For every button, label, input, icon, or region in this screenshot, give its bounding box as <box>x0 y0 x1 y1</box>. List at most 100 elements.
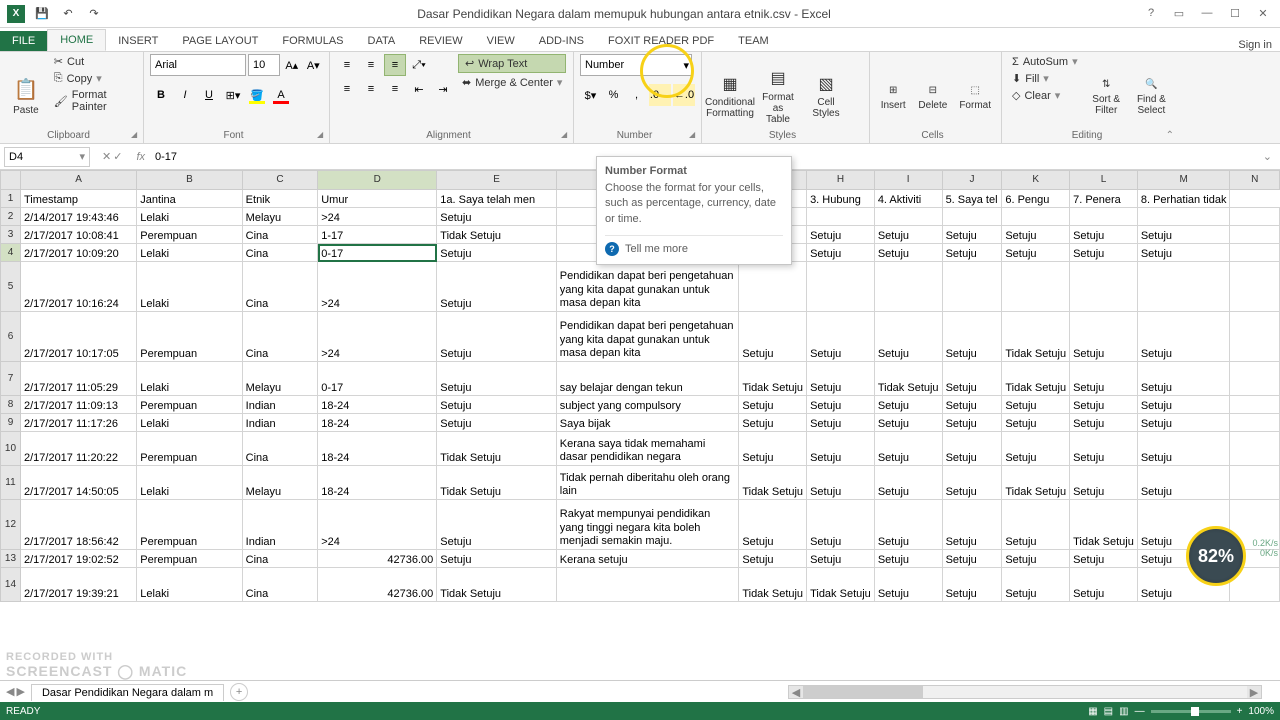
cell[interactable]: 42736.00 <box>318 550 437 568</box>
cell[interactable]: Setuju <box>942 312 1002 362</box>
cell[interactable]: Setuju <box>1137 466 1230 500</box>
cell[interactable]: Cina <box>242 550 318 568</box>
cell[interactable]: Pendidikan dapat beri pengetahuan yang k… <box>556 262 739 312</box>
cell[interactable]: Saya bijak <box>556 414 739 432</box>
cell[interactable]: Setuju <box>1002 500 1070 550</box>
cell[interactable]: Setuju <box>437 414 556 432</box>
align-top-icon[interactable]: ≡ <box>336 54 358 76</box>
fill-color-button[interactable]: 🪣 <box>246 84 268 106</box>
align-center-icon[interactable]: ≡ <box>360 78 382 100</box>
redo-icon[interactable]: ↷ <box>82 3 106 25</box>
tab-view[interactable]: VIEW <box>475 31 527 51</box>
cell[interactable] <box>1230 226 1280 244</box>
horizontal-scrollbar[interactable]: ◀▶ <box>788 685 1262 699</box>
alignment-dialog-launcher[interactable]: ◢ <box>561 130 571 140</box>
paste-button[interactable]: 📋 Paste <box>6 54 46 141</box>
cell[interactable]: Setuju <box>739 414 807 432</box>
cell[interactable]: Rakyat mempunyai pendidikan yang tinggi … <box>556 500 739 550</box>
row-header[interactable]: 12 <box>1 500 21 550</box>
cell[interactable]: 1a. Saya telah men <box>437 190 556 208</box>
number-dialog-launcher[interactable]: ◢ <box>689 130 699 140</box>
decrease-decimal-icon[interactable]: ←.0 <box>673 84 695 106</box>
font-name-select[interactable] <box>150 54 246 76</box>
cell[interactable]: Perempuan <box>137 312 242 362</box>
row-header[interactable]: 6 <box>1 312 21 362</box>
cell[interactable]: Lelaki <box>137 414 242 432</box>
cell[interactable]: Setuju <box>874 226 942 244</box>
cell[interactable]: Setuju <box>1002 414 1070 432</box>
decrease-indent-icon[interactable]: ⇤ <box>408 78 430 100</box>
orientation-icon[interactable]: ⤢▾ <box>408 54 430 76</box>
decrease-font-icon[interactable]: A▾ <box>304 54 324 76</box>
cell[interactable]: Setuju <box>1070 568 1138 602</box>
cell[interactable]: Setuju <box>739 432 807 466</box>
underline-button[interactable]: U <box>198 84 220 106</box>
cell[interactable]: Setuju <box>942 550 1002 568</box>
cell[interactable]: Tidak Setuju <box>739 466 807 500</box>
increase-decimal-icon[interactable]: .0→ <box>649 84 671 106</box>
row-header[interactable]: 9 <box>1 414 21 432</box>
cell[interactable]: 5. Saya tel <box>942 190 1002 208</box>
cell[interactable]: Setuju <box>807 312 875 362</box>
cell[interactable]: 2/14/2017 19:43:46 <box>20 208 136 226</box>
zoom-level[interactable]: 100% <box>1248 706 1274 717</box>
cell[interactable]: Jantina <box>137 190 242 208</box>
cell[interactable] <box>874 208 942 226</box>
cell[interactable]: Perempuan <box>137 432 242 466</box>
align-right-icon[interactable]: ≡ <box>384 78 406 100</box>
cell[interactable] <box>1230 262 1280 312</box>
cell[interactable]: subject yang compulsory <box>556 396 739 414</box>
cell[interactable]: Setuju <box>1137 226 1230 244</box>
cell[interactable] <box>1230 208 1280 226</box>
column-header[interactable]: D <box>318 171 437 190</box>
cell[interactable]: >24 <box>318 500 437 550</box>
expand-formula-icon[interactable]: ⌄ <box>1255 150 1280 163</box>
page-layout-view-icon[interactable]: ▤ <box>1104 706 1113 717</box>
column-header[interactable]: B <box>137 171 242 190</box>
cell[interactable]: 0-17 <box>318 244 437 262</box>
row-header[interactable]: 8 <box>1 396 21 414</box>
font-size-select[interactable] <box>248 54 280 76</box>
cell[interactable] <box>1070 208 1138 226</box>
column-header[interactable]: E <box>437 171 556 190</box>
align-bottom-icon[interactable]: ≡ <box>384 54 406 76</box>
bold-button[interactable]: B <box>150 84 172 106</box>
cell[interactable]: Indian <box>242 396 318 414</box>
cell[interactable]: Setuju <box>807 396 875 414</box>
cell[interactable]: Setuju <box>874 312 942 362</box>
row-header[interactable]: 10 <box>1 432 21 466</box>
cell-styles-button[interactable]: ▧Cell Styles <box>804 54 848 141</box>
cell[interactable] <box>1002 208 1070 226</box>
font-dialog-launcher[interactable]: ◢ <box>317 130 327 140</box>
cell[interactable]: Tidak Setuju <box>1002 312 1070 362</box>
comma-format-icon[interactable]: , <box>626 84 647 106</box>
cell[interactable]: Setuju <box>1002 568 1070 602</box>
cell[interactable]: Tidak Setuju <box>437 568 556 602</box>
cell[interactable]: Setuju <box>874 244 942 262</box>
cell[interactable]: 18-24 <box>318 396 437 414</box>
zoom-slider[interactable] <box>1151 710 1231 713</box>
increase-font-icon[interactable]: A▴ <box>282 54 302 76</box>
cell[interactable]: Setuju <box>1070 414 1138 432</box>
cell[interactable]: Tidak Setuju <box>739 568 807 602</box>
row-header[interactable]: 7 <box>1 362 21 396</box>
cell[interactable]: Melayu <box>242 208 318 226</box>
cell[interactable]: Setuju <box>874 414 942 432</box>
tab-foxit[interactable]: FOXIT READER PDF <box>596 31 726 51</box>
cell[interactable] <box>1070 262 1138 312</box>
tab-file[interactable]: FILE <box>0 31 47 51</box>
cell[interactable]: 2/17/2017 11:17:26 <box>20 414 136 432</box>
cell[interactable]: Setuju <box>739 550 807 568</box>
cell[interactable]: >24 <box>318 208 437 226</box>
cell[interactable]: 6. Pengu <box>1002 190 1070 208</box>
cell[interactable] <box>942 262 1002 312</box>
cell[interactable]: Setuju <box>1002 244 1070 262</box>
cell[interactable]: Tidak Setuju <box>807 568 875 602</box>
cell[interactable]: 4. Aktiviti <box>874 190 942 208</box>
format-painter-button[interactable]: 🖌Format Painter <box>50 88 137 114</box>
close-icon[interactable]: ✕ <box>1250 7 1276 20</box>
cell[interactable] <box>807 208 875 226</box>
format-cells-button[interactable]: ⬚Format <box>955 54 995 141</box>
cell[interactable]: Setuju <box>1137 312 1230 362</box>
cell[interactable]: Perempuan <box>137 550 242 568</box>
